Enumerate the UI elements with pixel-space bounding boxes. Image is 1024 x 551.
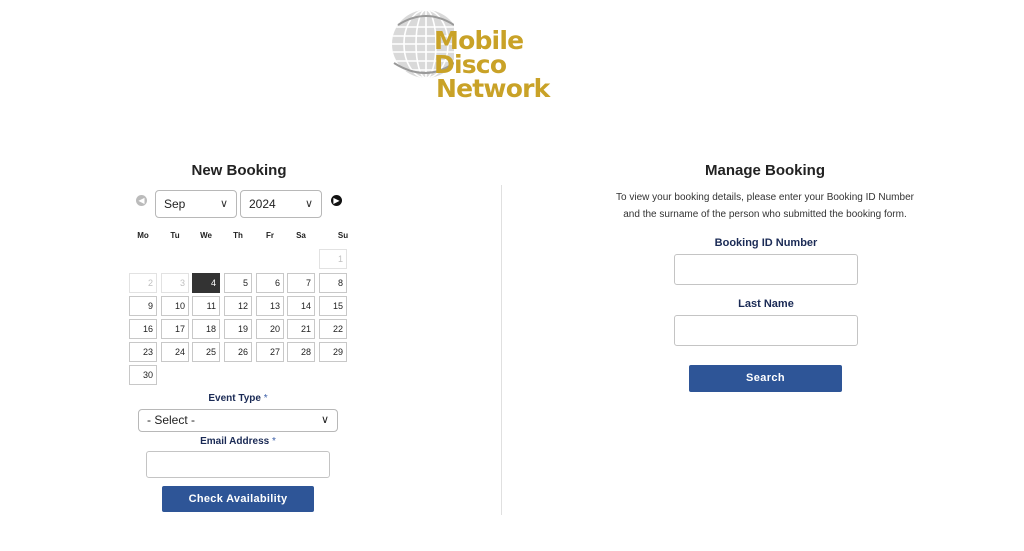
calendar-day[interactable]: 13 (256, 296, 284, 316)
booking-id-input[interactable] (674, 254, 858, 285)
chevron-down-icon: ∨ (320, 414, 329, 426)
new-booking-title: New Booking (191, 162, 287, 179)
search-button[interactable]: Search (689, 365, 842, 392)
event-type-label-text: Event Type (208, 393, 261, 404)
calendar-day[interactable]: 9 (129, 296, 157, 316)
calendar-day[interactable]: 10 (161, 296, 189, 316)
check-availability-button[interactable]: Check Availability (162, 486, 314, 512)
weekday-label: Tu (170, 231, 180, 240)
logo-text: Mobile Disco Network (434, 26, 603, 103)
chevron-down-icon: ∨ (304, 198, 313, 210)
logo-line-1: Mobile Disco (434, 26, 524, 79)
column-divider (501, 185, 502, 515)
description-line: To view your booking details, please ent… (616, 192, 914, 203)
next-month-icon[interactable]: ▶ (331, 195, 342, 206)
calendar-day[interactable]: 14 (287, 296, 315, 316)
email-label-text: Email Address (200, 436, 270, 447)
event-type-select[interactable]: - Select - ∨ (138, 409, 338, 432)
calendar-day[interactable]: 18 (192, 319, 220, 339)
year-select[interactable]: 2024 ∨ (240, 190, 322, 218)
logo-line-2: Network (436, 74, 550, 103)
calendar-day[interactable]: 17 (161, 319, 189, 339)
calendar-day[interactable]: 30 (129, 365, 157, 385)
calendar-day[interactable]: 22 (319, 319, 347, 339)
calendar-day[interactable]: 26 (224, 342, 252, 362)
event-type-value: - Select - (147, 413, 196, 427)
last-name-label: Last Name (738, 298, 794, 310)
calendar-day[interactable]: 16 (129, 319, 157, 339)
weekday-label: Fr (266, 231, 274, 240)
calendar-day[interactable]: 19 (224, 319, 252, 339)
logo: Mobile Disco Network (388, 5, 603, 101)
calendar-day-selected[interactable]: 4 (192, 273, 220, 293)
calendar-day: 1 (319, 249, 347, 269)
email-label: Email Address * (138, 436, 338, 447)
calendar-day[interactable]: 20 (256, 319, 284, 339)
weekday-label: Mo (137, 231, 149, 240)
calendar-day[interactable]: 28 (287, 342, 315, 362)
calendar-day[interactable]: 25 (192, 342, 220, 362)
calendar-day[interactable]: 6 (256, 273, 284, 293)
month-select[interactable]: Sep ∨ (155, 190, 237, 218)
calendar-day[interactable]: 27 (256, 342, 284, 362)
calendar-day[interactable]: 5 (224, 273, 252, 293)
required-mark: * (271, 436, 276, 447)
prev-month-icon[interactable]: ◀ (136, 195, 147, 206)
booking-id-label: Booking ID Number (714, 237, 818, 249)
calendar-day[interactable]: 11 (192, 296, 220, 316)
calendar-day: 2 (129, 273, 157, 293)
email-input[interactable] (146, 451, 330, 478)
calendar-day[interactable]: 12 (224, 296, 252, 316)
calendar-day[interactable]: 29 (319, 342, 347, 362)
weekday-label: Sa (296, 231, 306, 240)
required-mark: * (263, 393, 268, 404)
chevron-down-icon: ∨ (219, 198, 228, 210)
description-line: and the surname of the person who submit… (623, 209, 907, 220)
year-value: 2024 (249, 197, 276, 211)
weekday-label: Th (233, 231, 243, 240)
calendar-day[interactable]: 23 (129, 342, 157, 362)
last-name-input[interactable] (674, 315, 858, 346)
calendar-day[interactable]: 7 (287, 273, 315, 293)
manage-booking-description: To view your booking details, please ent… (596, 189, 934, 223)
event-type-label: Event Type * (138, 393, 338, 404)
calendar-day[interactable]: 15 (319, 296, 347, 316)
calendar-day: 3 (161, 273, 189, 293)
calendar-day[interactable]: 21 (287, 319, 315, 339)
manage-booking-title: Manage Booking (704, 162, 825, 179)
month-value: Sep (164, 197, 186, 211)
weekday-label: We (200, 231, 212, 240)
calendar-day[interactable]: 24 (161, 342, 189, 362)
calendar-day[interactable]: 8 (319, 273, 347, 293)
weekday-label: Su (337, 231, 349, 240)
